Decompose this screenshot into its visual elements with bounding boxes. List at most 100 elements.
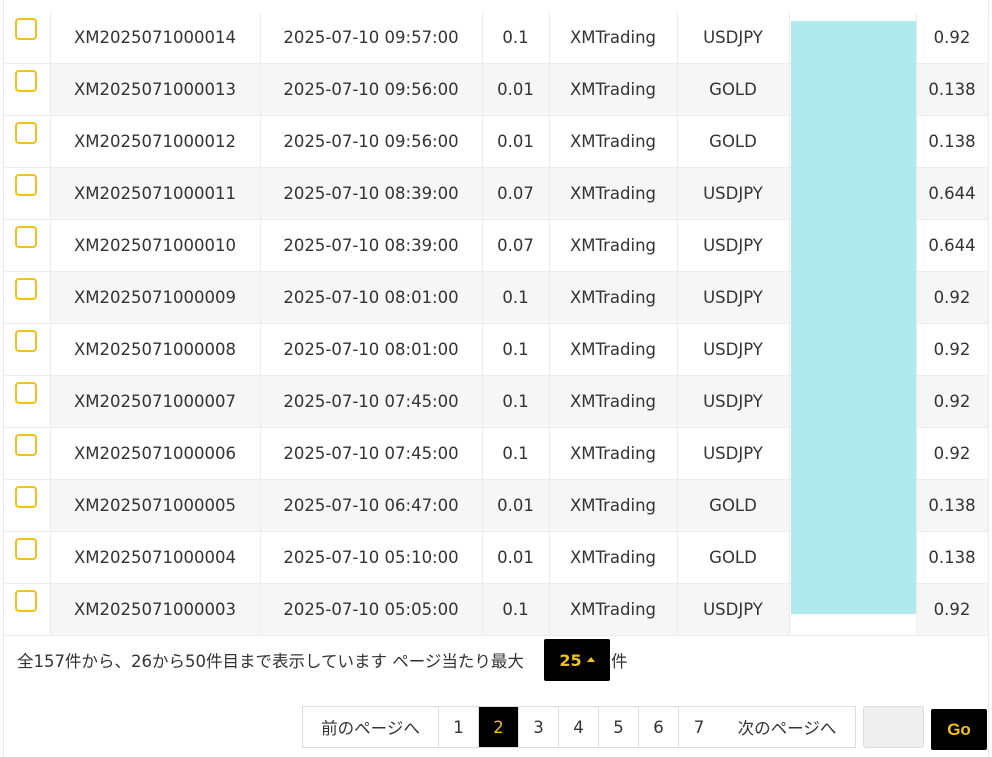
lot-cell: 0.01 [482, 531, 550, 584]
datetime-cell: 2025-07-10 05:05:00 [260, 583, 483, 636]
symbol-cell: USDJPY [677, 583, 790, 636]
page-button-7[interactable]: 7 [679, 707, 719, 747]
value-cell: 0.92 [916, 427, 989, 480]
prev-page-button[interactable]: 前のページへ [303, 707, 439, 747]
broker-cell: XMTrading [549, 375, 678, 428]
order-id-cell: XM2025071000003 [50, 583, 261, 636]
value-cell: 0.92 [916, 583, 989, 636]
row-select-cell [4, 167, 51, 220]
broker-cell: XMTrading [549, 219, 678, 272]
datetime-cell: 2025-07-10 08:39:00 [260, 219, 483, 272]
next-page-button[interactable]: 次のページへ [719, 707, 855, 747]
page-button-2[interactable]: 2 [479, 707, 519, 747]
value-cell: 0.644 [916, 219, 989, 272]
page-button-6[interactable]: 6 [639, 707, 679, 747]
row-select-cell [4, 115, 51, 168]
broker-cell: XMTrading [549, 271, 678, 324]
checkbox-icon[interactable] [15, 590, 37, 612]
per-page-unit: 件 [611, 652, 628, 671]
go-button[interactable]: Go [931, 709, 987, 750]
row-select-cell [4, 323, 51, 376]
row-select-cell [4, 531, 51, 584]
order-id-cell: XM2025071000014 [50, 12, 261, 64]
row-select-cell [4, 12, 51, 64]
page-button-5[interactable]: 5 [599, 707, 639, 747]
checkbox-icon[interactable] [15, 278, 37, 300]
datetime-cell: 2025-07-10 05:10:00 [260, 531, 483, 584]
order-id-cell: XM2025071000011 [50, 167, 261, 220]
order-id-cell: XM2025071000006 [50, 427, 261, 480]
order-id-cell: XM2025071000008 [50, 323, 261, 376]
row-select-cell [4, 219, 51, 272]
page-jump-input[interactable] [863, 706, 924, 748]
page-button-3[interactable]: 3 [519, 707, 559, 747]
broker-cell: XMTrading [549, 531, 678, 584]
order-id-cell: XM2025071000009 [50, 271, 261, 324]
row-select-cell [4, 63, 51, 116]
checkbox-icon[interactable] [15, 434, 37, 456]
lot-cell: 0.01 [482, 115, 550, 168]
value-cell: 0.92 [916, 323, 989, 376]
checkbox-icon[interactable] [15, 174, 37, 196]
datetime-cell: 2025-07-10 07:45:00 [260, 375, 483, 428]
row-select-cell [4, 479, 51, 532]
caret-up-icon [586, 656, 595, 662]
pagination: 前のページへ 1234567 次のページへ [302, 706, 856, 748]
page-button-1[interactable]: 1 [439, 707, 479, 747]
order-id-cell: XM2025071000004 [50, 531, 261, 584]
symbol-cell: USDJPY [677, 323, 790, 376]
value-cell: 0.92 [916, 375, 989, 428]
order-id-cell: XM2025071000013 [50, 63, 261, 116]
order-id-cell: XM2025071000005 [50, 479, 261, 532]
per-page-select[interactable]: 25 [544, 639, 610, 681]
lot-cell: 0.07 [482, 219, 550, 272]
datetime-cell: 2025-07-10 06:47:00 [260, 479, 483, 532]
symbol-cell: USDJPY [677, 167, 790, 220]
checkbox-icon[interactable] [15, 486, 37, 508]
lot-cell: 0.07 [482, 167, 550, 220]
symbol-cell: USDJPY [677, 427, 790, 480]
order-id-cell: XM2025071000012 [50, 115, 261, 168]
per-page-value: 25 [559, 650, 582, 670]
lot-cell: 0.1 [482, 271, 550, 324]
broker-cell: XMTrading [549, 12, 678, 64]
value-cell: 0.92 [916, 12, 989, 64]
row-select-cell [4, 583, 51, 636]
checkbox-icon[interactable] [15, 18, 37, 40]
symbol-cell: GOLD [677, 115, 790, 168]
lot-cell: 0.1 [482, 375, 550, 428]
row-select-cell [4, 427, 51, 480]
checkbox-icon[interactable] [15, 70, 37, 92]
broker-cell: XMTrading [549, 167, 678, 220]
checkbox-icon[interactable] [15, 382, 37, 404]
checkbox-icon[interactable] [15, 330, 37, 352]
symbol-cell: USDJPY [677, 219, 790, 272]
datetime-cell: 2025-07-10 07:45:00 [260, 427, 483, 480]
datetime-cell: 2025-07-10 08:39:00 [260, 167, 483, 220]
row-select-cell [4, 271, 51, 324]
page-button-4[interactable]: 4 [559, 707, 599, 747]
datetime-cell: 2025-07-10 08:01:00 [260, 271, 483, 324]
lot-cell: 0.01 [482, 479, 550, 532]
checkbox-icon[interactable] [15, 538, 37, 560]
order-id-cell: XM2025071000010 [50, 219, 261, 272]
value-cell: 0.92 [916, 271, 989, 324]
value-cell: 0.644 [916, 167, 989, 220]
symbol-cell: GOLD [677, 63, 790, 116]
broker-cell: XMTrading [549, 115, 678, 168]
symbol-cell: USDJPY [677, 271, 790, 324]
symbol-cell: USDJPY [677, 12, 790, 64]
lot-cell: 0.1 [482, 323, 550, 376]
result-summary: 全157件から、26から50件目まで表示しています ページ当たり最大 [17, 652, 524, 671]
datetime-cell: 2025-07-10 09:56:00 [260, 115, 483, 168]
checkbox-icon[interactable] [15, 226, 37, 248]
order-id-cell: XM2025071000007 [50, 375, 261, 428]
broker-cell: XMTrading [549, 479, 678, 532]
value-cell: 0.138 [916, 63, 989, 116]
checkbox-icon[interactable] [15, 122, 37, 144]
value-cell: 0.138 [916, 479, 989, 532]
row-select-cell [4, 375, 51, 428]
broker-cell: XMTrading [549, 427, 678, 480]
symbol-cell: USDJPY [677, 375, 790, 428]
lot-cell: 0.1 [482, 427, 550, 480]
